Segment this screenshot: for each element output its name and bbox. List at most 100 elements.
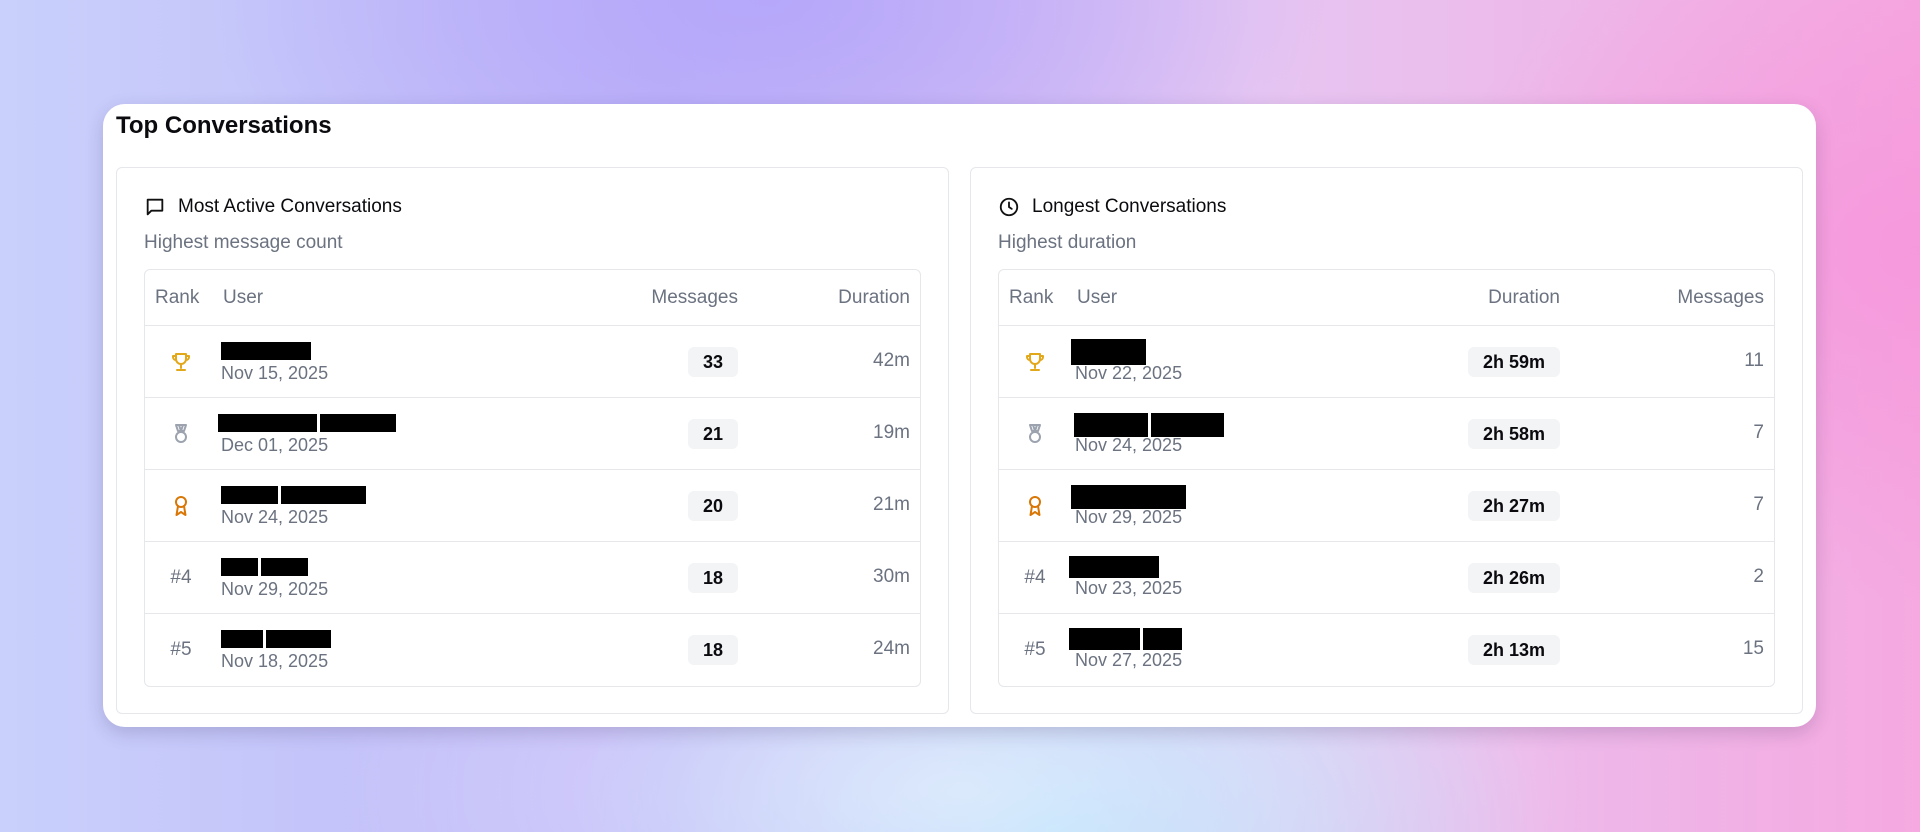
duration-badge: 2h 58m [1467,419,1560,449]
duration-value: 42m [873,350,910,371]
header-messages: Messages [651,287,738,308]
table-row[interactable]: #4 Nov 29, 2025 18 30m [145,542,920,614]
panel-subtitle: Highest duration [998,232,1137,253]
user-cell: Nov 24, 2025 [221,486,366,528]
user-date: Nov 24, 2025 [1075,435,1183,455]
most-active-panel: Most Active Conversations Highest messag… [116,167,949,714]
user-cell: Nov 18, 2025 [221,630,331,672]
panel-title: Longest Conversations [1032,196,1227,217]
message-count-badge: 20 [687,491,738,521]
trophy-icon [172,353,190,371]
table-header: Rank User Messages Duration [145,270,920,326]
redacted-username [221,342,328,360]
user-cell: Nov 24, 2025 [1074,413,1224,456]
duration-value: 30m [873,566,910,587]
header-user: User [223,287,264,308]
panel-header: Longest Conversations [998,196,1226,218]
panel-header: Most Active Conversations [144,196,402,218]
table-row[interactable]: Nov 29, 2025 2h 27m 7 [999,470,1774,542]
header-rank: Rank [155,287,200,308]
message-count-value: 2 [1753,566,1764,587]
trophy-icon [1026,353,1044,371]
rank-cell [1009,470,1061,542]
table-row[interactable]: Dec 01, 2025 21 19m [145,398,920,470]
message-count-badge: 18 [687,635,738,665]
redacted-username [221,630,331,648]
redacted-username [218,414,396,432]
message-count-badge: 18 [687,563,738,593]
duration-value: 19m [873,422,910,443]
user-date: Dec 01, 2025 [221,435,329,455]
rank-cell: #4 [1024,567,1046,588]
medal-icon [1029,424,1041,443]
panel-title: Most Active Conversations [178,196,402,217]
header-messages: Messages [1677,287,1764,308]
rank-cell [1009,326,1061,398]
rank-cell: #5 [170,639,192,660]
medal-icon [175,424,187,443]
user-cell: Nov 29, 2025 [221,558,328,600]
rank-cell [155,398,207,470]
duration-badge: 2h 26m [1467,563,1560,593]
user-date: Nov 15, 2025 [221,363,329,383]
user-date: Nov 29, 2025 [1075,507,1183,527]
redacted-username [221,486,366,504]
table-header: Rank User Duration Messages [999,270,1774,326]
duration-badge: 2h 13m [1467,635,1560,665]
redacted-username [1069,628,1182,650]
redacted-username [1074,413,1224,437]
message-count-badge: 21 [687,419,738,449]
table-row[interactable]: #5 Nov 18, 2025 18 24m [145,614,920,686]
award-icon [1029,496,1041,516]
user-cell: Nov 23, 2025 [1069,556,1183,599]
table-row[interactable]: Nov 24, 2025 2h 58m 7 [999,398,1774,470]
user-date: Nov 23, 2025 [1075,578,1183,598]
message-count-value: 7 [1753,494,1764,515]
header-duration: Duration [1488,287,1560,308]
table-row[interactable]: #4 Nov 23, 2025 2h 26m 2 [999,542,1774,614]
header-user: User [1077,287,1118,308]
message-count-value: 7 [1753,422,1764,443]
rank-cell [1009,398,1061,470]
redacted-username [1071,485,1186,509]
most-active-table: Rank User Messages Duration Nov 15, 2025… [144,269,921,687]
duration-value: 24m [873,638,910,659]
user-cell: Nov 29, 2025 [1071,485,1186,528]
message-count-badge: 33 [687,347,738,377]
rank-cell: #5 [1024,639,1046,660]
table-row[interactable]: Nov 24, 2025 20 21m [145,470,920,542]
redacted-username [221,558,328,576]
message-count-value: 11 [1744,350,1764,371]
clock-icon [999,197,1019,217]
longest-conversations-panel: Longest Conversations Highest duration R… [970,167,1803,714]
award-icon [175,496,187,516]
rank-cell [155,326,207,398]
top-conversations-card: Top Conversations Most Active Conversati… [103,104,1816,727]
user-date: Nov 22, 2025 [1075,363,1183,383]
user-cell: Dec 01, 2025 [218,414,396,456]
duration-badge: 2h 27m [1467,491,1560,521]
table-row[interactable]: Nov 22, 2025 2h 59m 11 [999,326,1774,398]
header-rank: Rank [1009,287,1054,308]
panel-subtitle: Highest message count [144,232,343,253]
header-duration: Duration [838,287,910,308]
redacted-username [1069,556,1182,578]
table-row[interactable]: Nov 15, 2025 33 42m [145,326,920,398]
duration-badge: 2h 59m [1467,347,1560,377]
user-date: Nov 29, 2025 [221,579,329,599]
user-cell: Nov 15, 2025 [221,342,328,384]
message-count-value: 15 [1742,638,1764,659]
user-cell: Nov 27, 2025 [1069,628,1183,671]
page-title: Top Conversations [116,112,332,139]
message-square-icon [146,198,164,216]
user-date: Nov 18, 2025 [221,651,329,671]
user-cell: Nov 22, 2025 [1071,339,1183,384]
rank-cell: #4 [170,567,192,588]
duration-value: 21m [873,494,910,515]
redacted-username [1071,339,1182,365]
table-row[interactable]: #5 Nov 27, 2025 2h 13m 15 [999,614,1774,686]
rank-cell [155,470,207,542]
user-date: Nov 24, 2025 [221,507,329,527]
longest-conversations-table: Rank User Duration Messages Nov 22, 2025… [998,269,1775,687]
user-date: Nov 27, 2025 [1075,650,1183,670]
